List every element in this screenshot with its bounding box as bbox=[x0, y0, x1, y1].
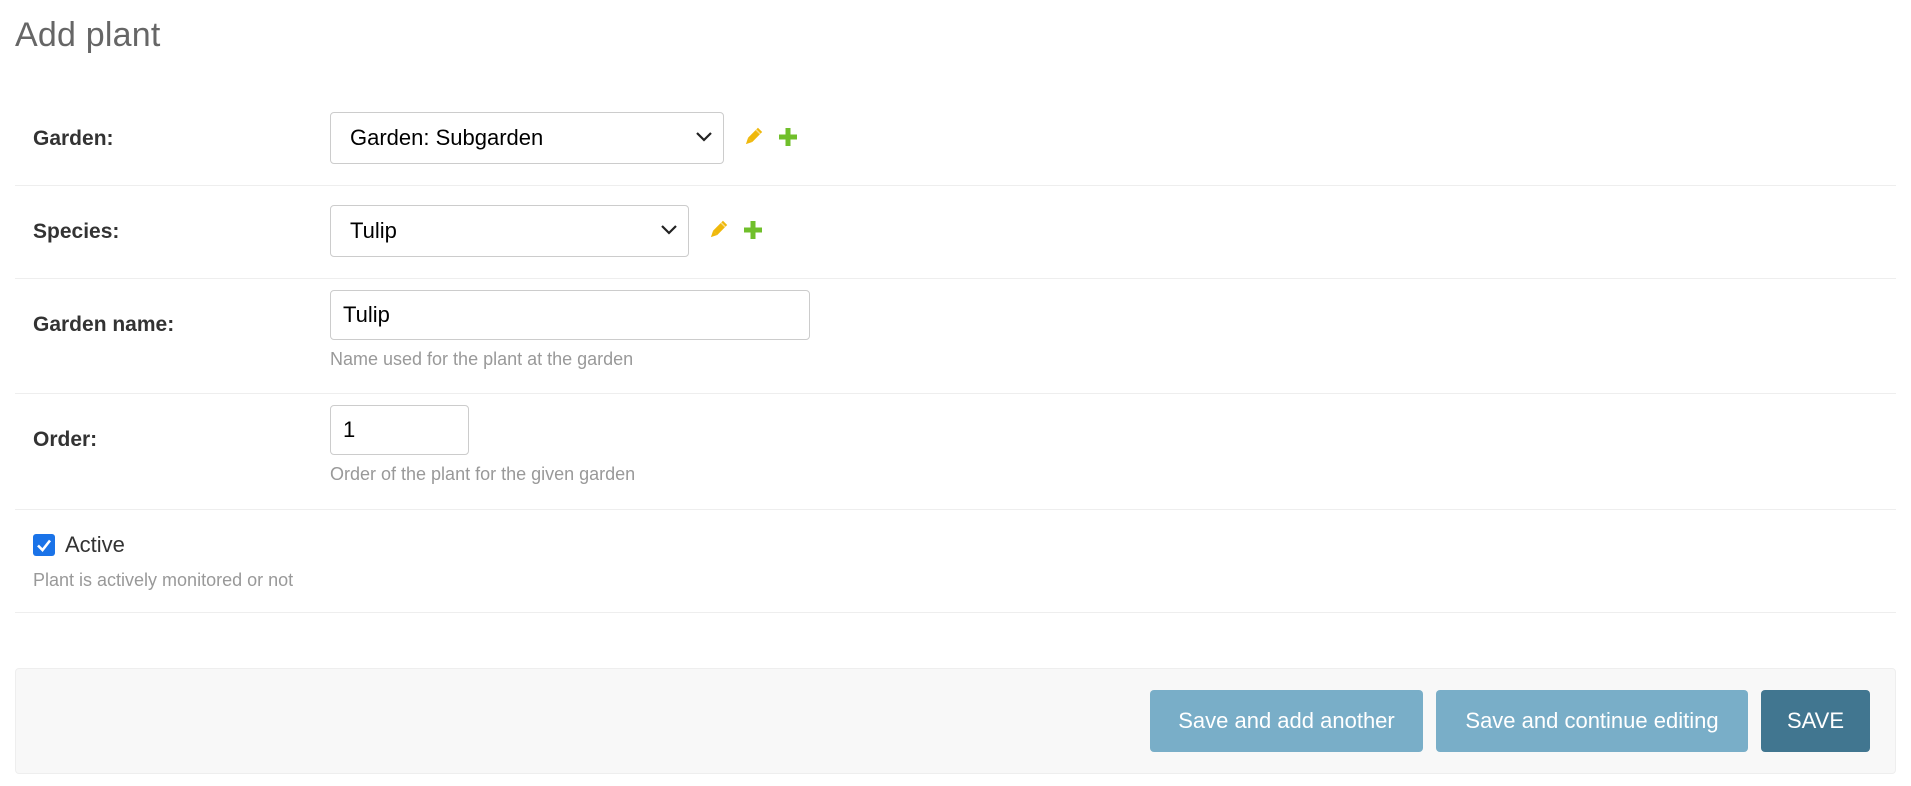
garden-select[interactable]: Garden: Subgarden bbox=[330, 112, 724, 164]
order-label: Order: bbox=[33, 428, 98, 451]
form-row-species: Species: Tulip bbox=[15, 186, 1896, 279]
chevron-down-icon bbox=[696, 132, 712, 142]
form-row-garden-name: Garden name: Tulip Name used for the pla… bbox=[15, 279, 1896, 394]
save-button[interactable]: SAVE bbox=[1761, 690, 1870, 752]
pencil-icon[interactable] bbox=[707, 219, 729, 241]
submit-row: Save and add another Save and continue e… bbox=[15, 668, 1896, 774]
species-related-links bbox=[707, 219, 763, 241]
garden-name-help: Name used for the plant at the garden bbox=[330, 349, 634, 369]
active-label[interactable]: Active bbox=[65, 532, 125, 558]
species-select[interactable]: Tulip bbox=[330, 205, 689, 257]
form-row-active: Active Plant is actively monitored or no… bbox=[15, 510, 1896, 613]
plus-icon[interactable] bbox=[743, 220, 763, 240]
plus-icon[interactable] bbox=[778, 127, 798, 147]
garden-label: Garden: bbox=[33, 127, 114, 150]
garden-name-input[interactable]: Tulip bbox=[330, 290, 810, 340]
form-row-order: Order: 1 Order of the plant for the give… bbox=[15, 394, 1896, 510]
chevron-down-icon bbox=[661, 225, 677, 235]
species-label: Species: bbox=[33, 220, 120, 243]
order-help: Order of the plant for the given garden bbox=[330, 464, 636, 484]
form-row-garden: Garden: Garden: Subgarden bbox=[15, 93, 1896, 186]
save-and-continue-button[interactable]: Save and continue editing bbox=[1436, 690, 1748, 752]
garden-select-value: Garden: Subgarden bbox=[350, 125, 544, 150]
active-help: Plant is actively monitored or not bbox=[33, 570, 294, 590]
plant-form: Garden: Garden: Subgarden Species: Tulip… bbox=[15, 93, 1896, 613]
garden-related-links bbox=[742, 126, 798, 148]
species-select-value: Tulip bbox=[350, 218, 397, 243]
checkmark-icon bbox=[37, 539, 52, 552]
garden-name-label: Garden name: bbox=[33, 313, 175, 336]
pencil-icon[interactable] bbox=[742, 126, 764, 148]
save-and-add-another-button[interactable]: Save and add another bbox=[1150, 690, 1423, 752]
order-input[interactable]: 1 bbox=[330, 405, 469, 455]
page-title: Add plant bbox=[15, 16, 161, 54]
active-checkbox[interactable] bbox=[33, 534, 55, 556]
